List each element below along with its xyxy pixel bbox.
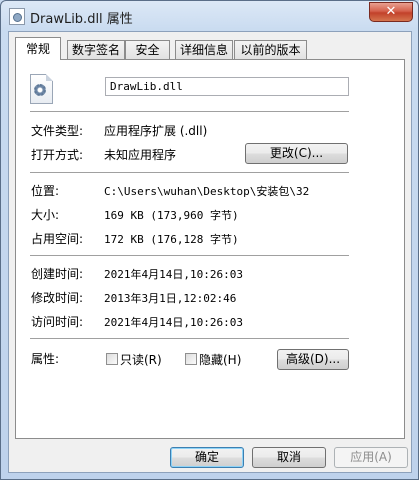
divider bbox=[30, 255, 349, 256]
tab-previous-versions[interactable]: 以前的版本 bbox=[234, 40, 307, 59]
close-button[interactable]: ✕ bbox=[369, 2, 413, 22]
file-type-value: 应用程序扩展 (.dll) bbox=[104, 124, 208, 138]
size-label: 大小: bbox=[31, 208, 60, 222]
file-name-field[interactable]: DrawLib.dll bbox=[105, 77, 349, 96]
readonly-label[interactable]: 只读(R) bbox=[120, 351, 162, 368]
size-value: 169 KB (173,960 字节) bbox=[104, 209, 239, 222]
modified-value: 2013年3月1日,12:02:46 bbox=[104, 292, 237, 305]
dialog-client: 常规 数字签名 安全 详细信息 以前的版本 DrawLib.dll 文件类型: … bbox=[8, 31, 412, 473]
apply-button[interactable]: 应用(A) bbox=[334, 447, 408, 468]
dll-file-icon bbox=[30, 74, 53, 104]
general-panel: DrawLib.dll 文件类型: 应用程序扩展 (.dll) 打开方式: 未知… bbox=[15, 59, 405, 439]
cancel-button[interactable]: 取消 bbox=[252, 447, 326, 468]
location-value: C:\Users\wuhan\Desktop\安装包\32 bbox=[104, 185, 310, 198]
divider bbox=[30, 172, 349, 173]
hidden-checkbox[interactable] bbox=[185, 353, 197, 365]
divider bbox=[30, 338, 349, 339]
open-with-label: 打开方式: bbox=[31, 148, 84, 162]
location-label: 位置: bbox=[31, 184, 60, 198]
tab-details[interactable]: 详细信息 bbox=[175, 40, 233, 59]
created-value: 2021年4月14日,10:26:03 bbox=[104, 268, 243, 281]
open-with-value: 未知应用程序 bbox=[104, 148, 177, 162]
dll-file-icon bbox=[9, 8, 25, 25]
ok-button[interactable]: 确定 bbox=[170, 447, 244, 468]
hidden-label[interactable]: 隐藏(H) bbox=[199, 351, 241, 368]
readonly-checkbox[interactable] bbox=[106, 353, 118, 365]
file-type-label: 文件类型: bbox=[31, 124, 84, 138]
window-title: DrawLib.dll 属性 bbox=[30, 12, 133, 27]
tab-general[interactable]: 常规 bbox=[15, 37, 61, 60]
change-button[interactable]: 更改(C)... bbox=[245, 143, 348, 164]
title-bar[interactable]: DrawLib.dll 属性 ✕ bbox=[1, 1, 418, 31]
attributes-label: 属性: bbox=[31, 352, 60, 366]
modified-label: 修改时间: bbox=[31, 291, 84, 305]
accessed-value: 2021年4月14日,10:26:03 bbox=[104, 316, 243, 329]
gear-icon bbox=[34, 84, 46, 96]
properties-window: DrawLib.dll 属性 ✕ 常规 数字签名 安全 详细信息 以前的版本 D… bbox=[0, 0, 419, 480]
tab-security[interactable]: 安全 bbox=[125, 40, 170, 59]
size-on-disk-label: 占用空间: bbox=[31, 232, 84, 246]
tab-digital-signatures[interactable]: 数字签名 bbox=[67, 40, 125, 59]
accessed-label: 访问时间: bbox=[31, 315, 84, 329]
divider bbox=[30, 111, 349, 112]
created-label: 创建时间: bbox=[31, 267, 84, 281]
size-on-disk-value: 172 KB (176,128 字节) bbox=[104, 233, 239, 246]
advanced-button[interactable]: 高级(D)... bbox=[277, 349, 349, 370]
